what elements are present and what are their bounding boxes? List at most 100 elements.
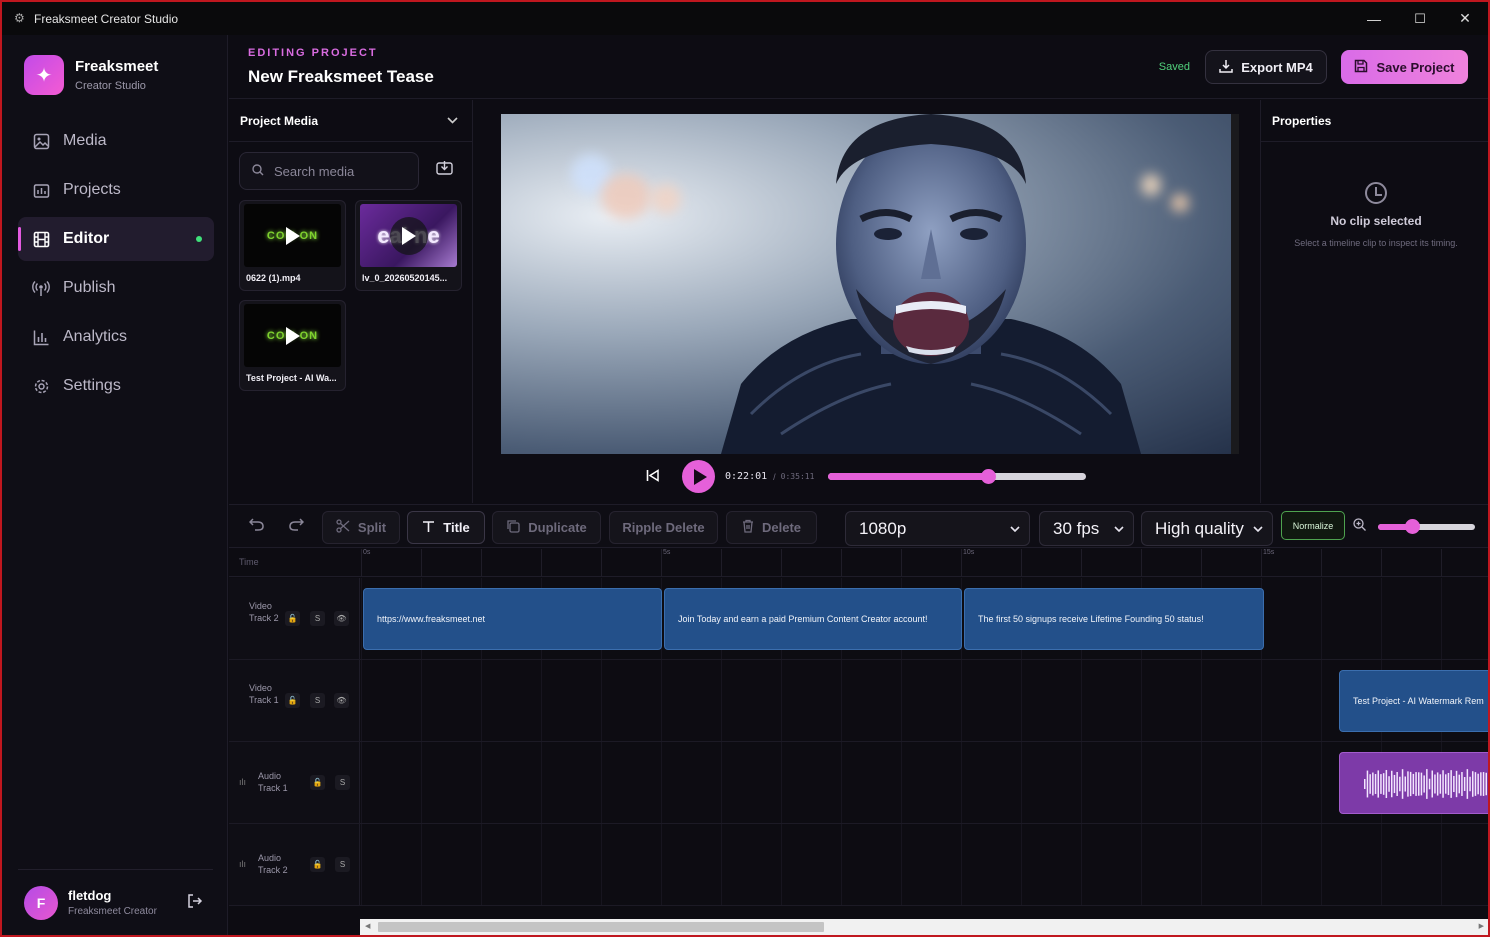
solo-button[interactable]: S — [335, 857, 350, 872]
play-button[interactable] — [682, 460, 715, 493]
film-icon — [32, 230, 50, 248]
logout-icon[interactable] — [187, 893, 203, 913]
waveform-icon: ılı — [239, 859, 247, 869]
chevron-down-icon — [1010, 523, 1020, 535]
ripple-delete-label: Ripple Delete — [622, 520, 705, 535]
timeline-clip[interactable]: The first 50 signups receive Lifetime Fo… — [964, 588, 1264, 650]
broadcast-icon — [32, 279, 50, 297]
split-label: Split — [357, 520, 387, 535]
ruler-tick — [361, 549, 362, 577]
fps-select[interactable]: 30 fps — [1039, 511, 1134, 546]
solo-button[interactable]: S — [335, 775, 350, 790]
nav-item-media[interactable]: Media — [18, 119, 214, 163]
unlock-icon[interactable]: 🔓 — [285, 611, 300, 626]
normalize-button[interactable]: Normalize — [1281, 511, 1345, 540]
unlock-icon[interactable]: 🔓 — [310, 857, 325, 872]
waveform-bar — [1418, 772, 1420, 796]
ripple-delete-button[interactable]: Ripple Delete — [609, 511, 718, 544]
chevron-down-icon[interactable] — [447, 115, 458, 127]
audio-clip[interactable] — [1339, 752, 1488, 814]
total-time: 0:35:11 — [780, 472, 815, 481]
export-mp4-button[interactable]: Export MP4 — [1205, 50, 1327, 84]
scroll-right-icon[interactable]: ▶ — [1479, 922, 1484, 930]
media-item[interactable]: eal ne lv_0_20260520145... — [355, 200, 462, 291]
eye-icon[interactable]: 👁 — [334, 611, 349, 626]
track-lane[interactable] — [361, 824, 1488, 905]
waveform-bar — [1466, 769, 1469, 799]
nav-item-settings[interactable]: Settings — [18, 364, 214, 408]
media-search[interactable]: Search media — [239, 152, 419, 190]
delete-button[interactable]: Delete — [726, 511, 817, 544]
track-header: Video Track 1 🔓 S 👁 — [229, 660, 360, 741]
timeline-clip[interactable]: Test Project - AI Watermark Rem — [1339, 670, 1488, 732]
user-profile: F fletdog Freaksmeet Creator — [18, 869, 213, 935]
waveform-bar — [1388, 776, 1390, 792]
media-panel-header[interactable]: Project Media — [229, 100, 472, 142]
track-lane[interactable]: https://www.freaksmeet.net Join Today an… — [361, 578, 1488, 659]
duplicate-label: Duplicate — [528, 520, 587, 535]
track-lane[interactable]: Test Project - AI Watermark Rem — [361, 660, 1488, 741]
waveform-bar — [1431, 770, 1433, 798]
avatar[interactable]: F — [24, 885, 58, 920]
zoom-slider[interactable] — [1378, 519, 1475, 534]
media-thumbnail: eal ne — [360, 204, 457, 267]
waveform-bar — [1455, 770, 1458, 798]
nav-item-projects[interactable]: Projects — [18, 168, 214, 212]
seek-slider[interactable] — [828, 469, 1087, 484]
waveform-bar — [1439, 774, 1442, 794]
skip-back-icon[interactable] — [646, 468, 662, 485]
track-name: Audio Track 2 — [258, 853, 288, 875]
waveform-bar — [1415, 772, 1417, 796]
resolution-select[interactable]: 1080p — [845, 511, 1030, 546]
editor-header: EDITING PROJECT New Freaksmeet Tease Sav… — [229, 35, 1488, 99]
media-item[interactable]: COM ON Test Project - AI Wa... — [239, 300, 346, 391]
timeline-scrollbar[interactable]: ◀ ▶ — [360, 919, 1488, 935]
time-ruler[interactable]: Time 0s 5s 10s 15s — [229, 549, 1488, 577]
seek-handle[interactable] — [981, 469, 997, 484]
track-lane[interactable] — [361, 742, 1488, 823]
quality-select[interactable]: High quality — [1141, 511, 1273, 546]
search-input[interactable]: Search media — [274, 164, 354, 179]
player-controls: 0:22:01 / 0:35:11 — [646, 460, 1087, 493]
eye-icon[interactable]: 👁 — [334, 693, 349, 708]
video-frame[interactable] — [501, 114, 1239, 454]
maximize-button[interactable]: ☐ — [1397, 2, 1443, 35]
no-clip-hint: Select a timeline clip to inspect its ti… — [1294, 238, 1458, 248]
redo-icon[interactable] — [289, 517, 305, 535]
waveform-bar — [1450, 770, 1452, 798]
waveform-bar — [1482, 772, 1485, 796]
sidebar: ✦ Freaksmeet Creator Studio Media Projec… — [2, 35, 228, 935]
unlock-icon[interactable]: 🔓 — [310, 775, 325, 790]
undo-icon[interactable] — [248, 517, 264, 535]
brand-subtitle: Creator Studio — [75, 80, 146, 92]
solo-button[interactable]: S — [310, 611, 325, 626]
minimize-button[interactable]: — — [1351, 2, 1397, 35]
solo-button[interactable]: S — [310, 693, 325, 708]
unlock-icon[interactable]: 🔓 — [285, 693, 300, 708]
nav-item-analytics[interactable]: Analytics — [18, 315, 214, 359]
waveform-bar — [1428, 778, 1431, 790]
audio-waveform — [1364, 769, 1487, 799]
track-header: ılı Audio Track 1 🔓 S — [229, 742, 360, 823]
timeline-clip[interactable]: Join Today and earn a paid Premium Conte… — [664, 588, 962, 650]
sparkle-logo-icon: ✦ — [24, 55, 64, 95]
ruler-tick — [1081, 549, 1082, 577]
zoom-handle[interactable] — [1404, 519, 1420, 534]
timeline: Time 0s 5s 10s 15s Video Track 2 🔓 S 👁 http… — [229, 549, 1488, 935]
timeline-clip[interactable]: https://www.freaksmeet.net — [363, 588, 662, 650]
save-project-button[interactable]: Save Project — [1341, 50, 1468, 84]
waveform-bar — [1385, 769, 1388, 799]
nav-item-publish[interactable]: Publish — [18, 266, 214, 310]
split-button[interactable]: Split — [322, 511, 400, 544]
import-media-icon[interactable] — [436, 160, 453, 178]
waveform-bar — [1423, 775, 1425, 793]
duplicate-button[interactable]: Duplicate — [492, 511, 601, 544]
scrollbar-thumb[interactable] — [378, 922, 824, 932]
nav-item-editor[interactable]: Editor — [18, 217, 214, 261]
media-item[interactable]: COM ON 0622 (1).mp4 — [239, 200, 346, 291]
title-button[interactable]: Title — [407, 511, 485, 544]
ruler-tick-label: 10s — [963, 549, 975, 556]
waveform-bar — [1409, 771, 1412, 797]
scroll-left-icon[interactable]: ◀ — [365, 922, 370, 930]
close-button[interactable]: ✕ — [1442, 2, 1488, 35]
